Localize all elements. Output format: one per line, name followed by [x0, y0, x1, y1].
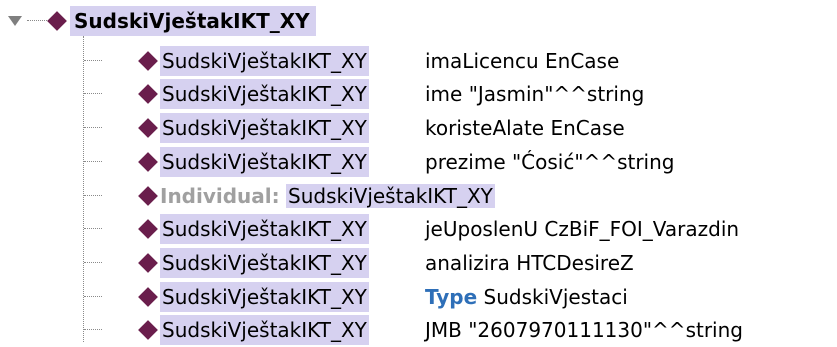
tree-connector — [84, 329, 102, 330]
tree-connector — [84, 60, 102, 61]
axiom-predicate-object: JMB "2607970111130"^^string — [425, 318, 743, 342]
tree-connector — [84, 161, 102, 162]
axiom-subject: SudskiVještakIKT_XY — [160, 113, 369, 143]
root-individual-label[interactable]: SudskiVještakIKT_XY — [70, 6, 316, 36]
tree-connector — [84, 228, 102, 229]
axiom-subject: SudskiVještakIKT_XY — [160, 46, 369, 76]
individual-diamond-icon — [138, 219, 158, 239]
axiom-subject: SudskiVještakIKT_XY — [160, 315, 369, 345]
tree-connector — [84, 93, 102, 94]
axiom-predicate-object: ime "Jasmin"^^string — [425, 82, 645, 106]
axiom-subject: SudskiVještakIKT_XY — [160, 79, 369, 109]
axiom-predicate-object: analizira HTCDesireZ — [425, 251, 634, 275]
ontology-tree: SudskiVještakIKT_XY SudskiVještakIKT_XY … — [0, 0, 837, 347]
type-keyword: Type — [425, 285, 478, 309]
individual-diamond-icon — [138, 84, 158, 104]
tree-connector — [84, 127, 102, 128]
individual-declaration: Individual: SudskiVještakIKT_XY — [160, 181, 495, 211]
individual-keyword: Individual: — [160, 184, 280, 208]
collapse-triangle-icon[interactable] — [8, 16, 22, 26]
axiom-predicate-object: jeUposlenU CzBiF_FOI_Varazdin — [425, 217, 740, 241]
individual-diamond-icon — [47, 11, 67, 31]
tree-connector — [84, 296, 102, 297]
axiom-subject: SudskiVještakIKT_XY — [160, 248, 369, 278]
individual-diamond-icon — [138, 51, 158, 71]
individual-diamond-icon — [138, 152, 158, 172]
axiom-subject: SudskiVještakIKT_XY — [160, 282, 369, 312]
axiom-subject: SudskiVještakIKT_XY — [160, 214, 369, 244]
axiom-type-assertion: Type SudskiVjestaci — [425, 282, 628, 312]
tree-connector — [84, 262, 102, 263]
individual-diamond-icon — [138, 118, 158, 138]
individual-diamond-icon — [138, 186, 158, 206]
tree-connector — [84, 195, 102, 196]
individual-diamond-icon — [138, 320, 158, 340]
axiom-subject: SudskiVještakIKT_XY — [160, 147, 369, 177]
individual-diamond-icon — [138, 287, 158, 307]
axiom-predicate-object: imaLicencu EnCase — [425, 49, 620, 73]
axiom-predicate-object: koristeAlate EnCase — [425, 116, 625, 140]
axiom-predicate-object: prezime "Ćosić"^^string — [425, 150, 675, 174]
individual-name: SudskiVještakIKT_XY — [286, 184, 495, 208]
class-name: SudskiVjestaci — [483, 285, 628, 309]
individual-diamond-icon — [138, 253, 158, 273]
